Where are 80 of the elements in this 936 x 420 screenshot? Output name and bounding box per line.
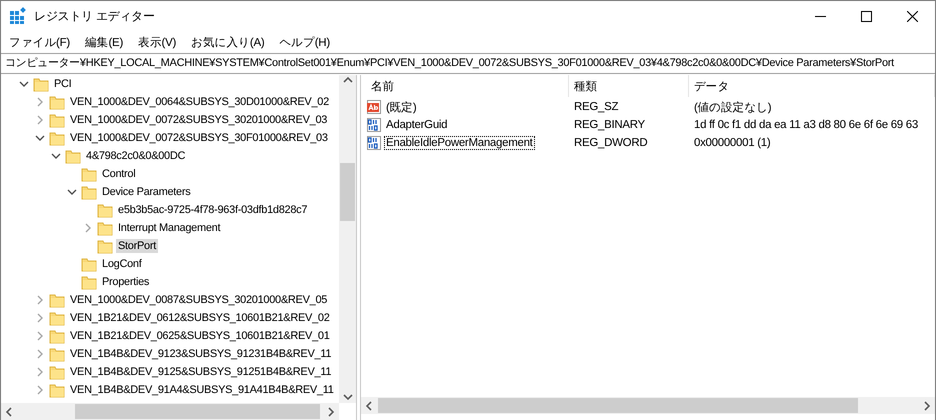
- folder-icon: [49, 310, 65, 326]
- folder-icon: [81, 166, 97, 182]
- tree-item[interactable]: VEN_1B21&DEV_0625&SUBSYS_10601B21&REV_01: [68, 329, 332, 343]
- menu-item[interactable]: お気に入り(A): [185, 34, 270, 50]
- folder-icon: [49, 382, 65, 398]
- binary-value-icon: [366, 135, 382, 151]
- tree-item[interactable]: StorPort: [116, 239, 158, 253]
- expand-icon[interactable]: [34, 97, 44, 107]
- folder-icon: [49, 328, 65, 344]
- value-data: (値の設定なし): [693, 100, 772, 114]
- collapse-icon[interactable]: [50, 151, 60, 161]
- tree-item[interactable]: PCI: [52, 77, 74, 91]
- tree-item[interactable]: VEN_1000&DEV_0072&SUBSYS_30201000&REV_03: [68, 113, 330, 127]
- folder-icon: [49, 364, 65, 380]
- expand-icon[interactable]: [34, 367, 44, 377]
- menu-item[interactable]: 表示(V): [132, 34, 182, 50]
- expand-icon[interactable]: [34, 349, 44, 359]
- collapse-icon[interactable]: [34, 133, 44, 143]
- horizontal-scrollbar[interactable]: [361, 397, 935, 414]
- value-type: REG_SZ: [573, 101, 620, 113]
- tree-item[interactable]: VEN_1B4B&DEV_91A4&SUBSYS_91A41B4B&REV_11: [68, 383, 336, 397]
- folder-icon: [81, 274, 97, 290]
- address-bar[interactable]: コンピューター¥HKEY_LOCAL_MACHINE¥SYSTEM¥ControlSet001¥Enum¥PCI¥VEN_1000&DEV_0072&SUBSYS_30F01000&REV_03¥4&798c2c0&0&00DC¥Device Parameters¥StorPort: [1, 53, 935, 74]
- value-name[interactable]: (既定): [384, 98, 418, 116]
- expand-icon[interactable]: [82, 223, 92, 233]
- tree-item[interactable]: 4&798c2c0&0&00DC: [84, 149, 188, 163]
- registry-editor-icon: [9, 7, 27, 25]
- menu-item[interactable]: ヘルプ(H): [273, 34, 336, 50]
- menu-item[interactable]: 編集(E): [78, 34, 130, 50]
- value-name[interactable]: EnableIdlePowerManagement: [384, 136, 535, 150]
- scrollbar-thumb[interactable]: [340, 163, 355, 221]
- tree-item[interactable]: VEN_1B4B&DEV_9125&SUBSYS_91251B4B&REV_11: [68, 365, 334, 379]
- tree-item[interactable]: VEN_1000&DEV_0087&SUBSYS_30201000&REV_05: [68, 293, 330, 307]
- expand-icon[interactable]: [34, 313, 44, 323]
- folder-icon: [97, 238, 113, 254]
- folder-icon: [33, 76, 49, 92]
- value-type: REG_DWORD: [573, 137, 648, 149]
- tree-item[interactable]: VEN_1B21&DEV_0612&SUBSYS_10601B21&REV_02: [68, 311, 332, 325]
- vertical-scrollbar[interactable]: [339, 75, 356, 403]
- collapse-icon[interactable]: [18, 79, 28, 89]
- scrollbar-thumb[interactable]: [378, 398, 858, 413]
- folder-icon: [49, 94, 65, 110]
- value-data: 1d ff 0c f1 dd da ea 11 a3 d8 80 6e 6f 6e 69 63: [693, 119, 919, 131]
- folder-icon: [49, 112, 65, 128]
- tree-item[interactable]: VEN_1000&DEV_0064&SUBSYS_30D01000&REV_02: [68, 95, 331, 109]
- folder-icon: [49, 130, 65, 146]
- folder-icon: [49, 346, 65, 362]
- tree-item[interactable]: VEN_1B4B&DEV_9123&SUBSYS_91231B4B&REV_11: [68, 347, 334, 361]
- folder-icon: [97, 202, 113, 218]
- scrollbar-thumb[interactable]: [75, 404, 320, 419]
- tree-item[interactable]: LogConf: [100, 257, 144, 271]
- tree-item[interactable]: Device Parameters: [100, 185, 192, 199]
- tree-item[interactable]: Properties: [100, 275, 152, 289]
- expand-icon[interactable]: [34, 295, 44, 305]
- tree-item[interactable]: Interrupt Management: [116, 221, 222, 235]
- horizontal-scrollbar[interactable]: [1, 403, 339, 420]
- folder-icon: [97, 220, 113, 236]
- window-title: レジストリ エディター: [34, 8, 155, 24]
- string-value-icon: [366, 99, 382, 115]
- folder-icon: [65, 148, 81, 164]
- folder-icon: [49, 292, 65, 308]
- close-icon: [906, 10, 918, 22]
- menu-item[interactable]: ファイル(F): [3, 34, 76, 50]
- value-name[interactable]: AdapterGuid: [384, 118, 450, 132]
- binary-value-icon: [366, 117, 382, 133]
- value-type: REG_BINARY: [573, 119, 646, 131]
- column-header[interactable]: 名前: [366, 75, 569, 97]
- column-header[interactable]: 種類: [569, 75, 689, 97]
- tree-item[interactable]: VEN_1000&DEV_0072&SUBSYS_30F01000&REV_03: [68, 131, 330, 145]
- collapse-icon[interactable]: [66, 187, 76, 197]
- tree-item[interactable]: Control: [100, 167, 138, 181]
- expand-icon[interactable]: [34, 115, 44, 125]
- column-header[interactable]: データ: [689, 75, 935, 97]
- expand-icon[interactable]: [34, 385, 44, 395]
- maximize-icon: [860, 10, 872, 22]
- value-data: 0x00000001 (1): [693, 137, 772, 149]
- tree-item[interactable]: e5b3b5ac-9725-4f78-963f-03dfb1d828c7: [116, 203, 310, 217]
- folder-icon: [81, 184, 97, 200]
- folder-icon: [81, 256, 97, 272]
- expand-icon[interactable]: [34, 331, 44, 341]
